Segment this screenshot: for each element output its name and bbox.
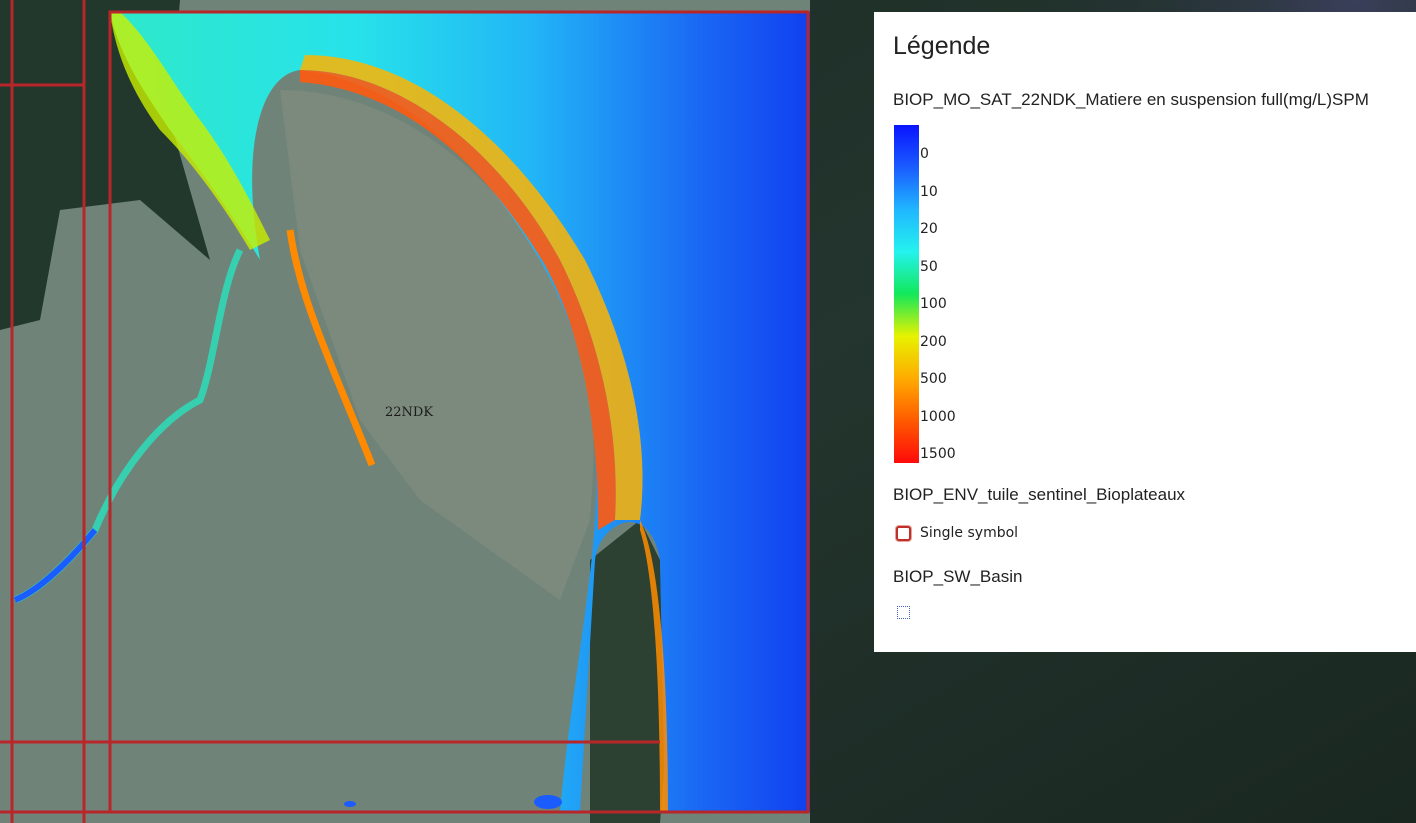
layer-title-tiles: BIOP_ENV_tuile_sentinel_Bioplateaux [893,485,1186,504]
ramp-label: 1500 [920,446,956,462]
ramp-label: 500 [920,371,947,387]
ramp-label: 1000 [920,408,956,425]
layer-title-spm: BIOP_MO_SAT_22NDK_Matiere en suspension … [893,90,1369,109]
water-patch [344,801,356,807]
forest-area-east [590,520,665,823]
ramp-label: 0 [920,146,929,162]
ramp-label: 10 [920,183,938,200]
single-symbol-label: Single symbol [920,525,1019,541]
layer-title-basin: BIOP_SW_Basin [893,567,1023,586]
legend-panel: Légende BIOP_MO_SAT_22NDK_Matiere en sus… [874,12,1416,652]
dotted-polygon-icon [897,606,910,619]
ramp-label: 200 [920,333,947,350]
legend-title: Légende [893,32,991,60]
ramp-label: 100 [920,296,947,312]
tile-label: 22NDK [385,405,434,420]
ramp-bar [894,125,919,463]
spm-color-ramp [894,125,919,463]
ramp-label: 20 [920,221,938,237]
single-symbol-row: Single symbol [896,525,1018,541]
ramp-label: 50 [920,258,938,275]
square-symbol-icon [896,525,911,541]
water-patch [534,795,562,809]
